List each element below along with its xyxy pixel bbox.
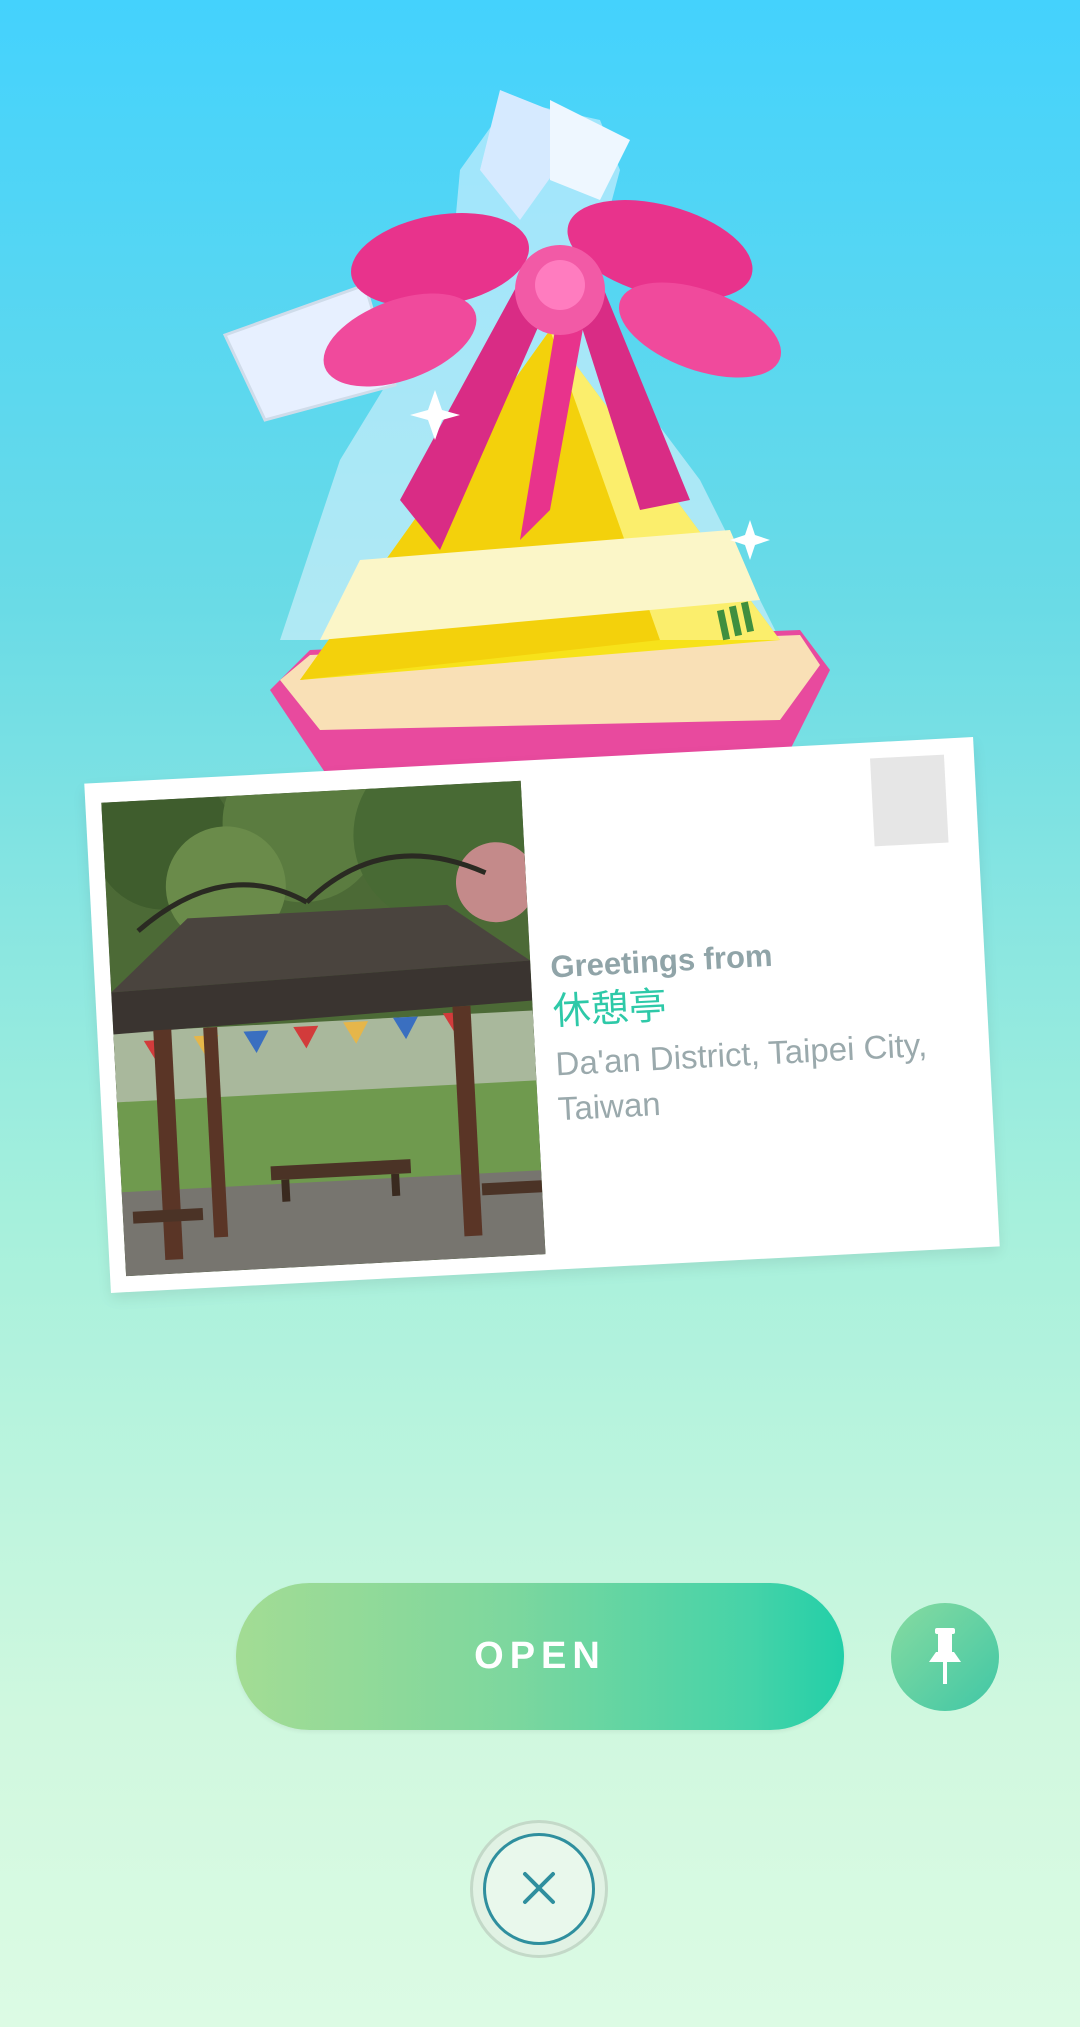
close-button-ring bbox=[470, 1820, 608, 1958]
pin-button[interactable] bbox=[891, 1603, 999, 1711]
place-location: Da'an District, Taipei City, Taiwan bbox=[554, 1025, 928, 1128]
gift-illustration bbox=[220, 80, 860, 800]
postcard-stamp bbox=[870, 754, 949, 847]
pin-icon bbox=[921, 1624, 969, 1691]
open-button[interactable]: OPEN bbox=[236, 1583, 844, 1730]
pokestop-photo bbox=[101, 780, 546, 1277]
gift-postcard: Greetings from 休憩亭 Da'an District, Taipe… bbox=[84, 737, 1000, 1293]
close-button[interactable] bbox=[483, 1833, 595, 1945]
open-button-label: OPEN bbox=[474, 1635, 606, 1677]
close-icon bbox=[519, 1868, 559, 1911]
